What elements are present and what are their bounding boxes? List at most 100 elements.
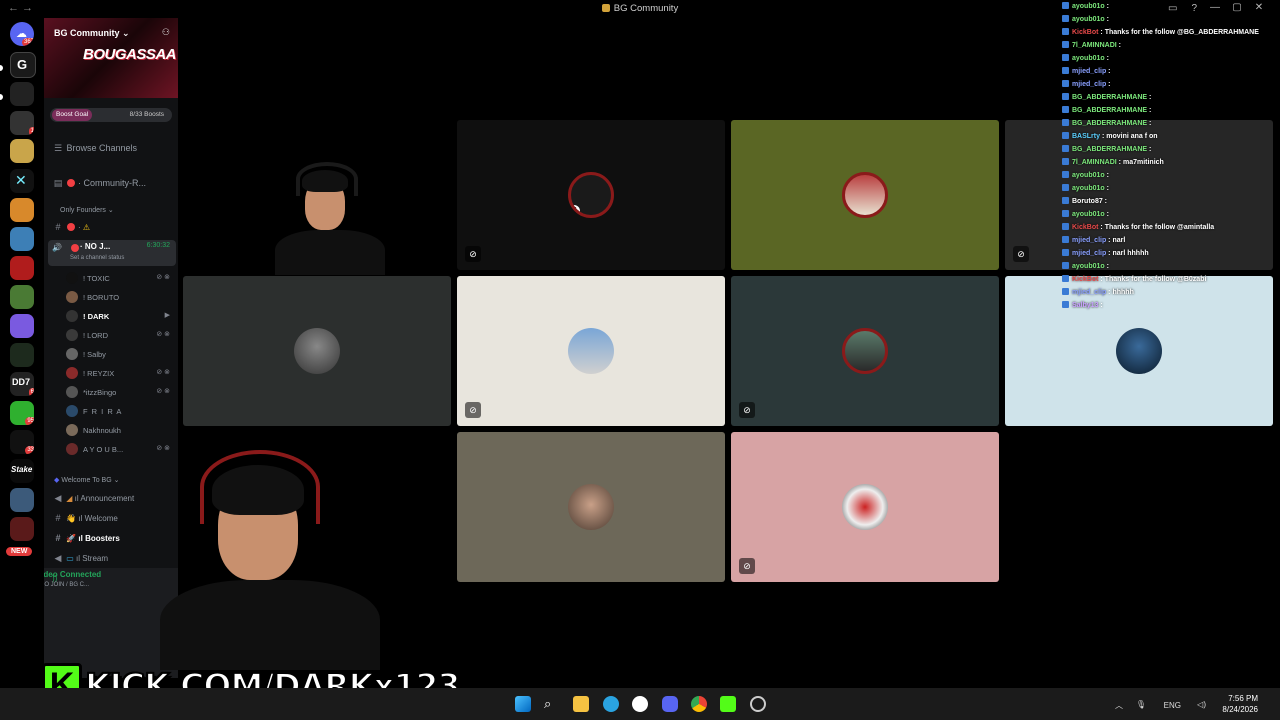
chat-message: ayoub01o :	[1062, 208, 1280, 221]
server-g-icon[interactable]: G	[10, 52, 36, 78]
volume-icon[interactable]: ◁)	[1197, 700, 1206, 709]
boost-goal-label: Boost Goal	[52, 109, 93, 121]
channel-status-hint[interactable]: Set a channel status	[70, 255, 124, 261]
chat-username: KickBot	[1072, 29, 1099, 36]
chat-username: ayoub01o	[1072, 185, 1105, 192]
server-icon-3[interactable]: 1	[10, 111, 34, 135]
start-icon[interactable]	[515, 696, 531, 712]
chat-message: 7l_AMINNADI :	[1062, 39, 1280, 52]
nitro-badge: V	[571, 205, 580, 215]
server-bg-icon[interactable]	[10, 139, 34, 163]
server-badge: 95	[25, 417, 34, 425]
clock-time: 7:56 PM	[1228, 694, 1258, 703]
server-stake-icon[interactable]: Stake	[10, 459, 34, 483]
chat-username: mjied_clip	[1072, 289, 1107, 296]
chat-username: Boruto87	[1072, 198, 1103, 205]
server-icon-8[interactable]	[10, 256, 34, 280]
chat-username: ayoub01o	[1072, 263, 1105, 270]
server-icon-16[interactable]	[10, 488, 34, 512]
platform-icon	[1062, 15, 1069, 22]
voice-member[interactable]: ! REYZIX	[66, 367, 114, 379]
participant-tile[interactable]: ⊘	[731, 276, 999, 426]
server-icon-5[interactable]: ✕	[10, 169, 34, 193]
platform-icon	[1062, 197, 1069, 204]
chat-message: ayoub01o :	[1062, 169, 1280, 182]
chrome-icon[interactable]	[691, 696, 707, 712]
participant-tile[interactable]	[183, 276, 451, 426]
participant-tile[interactable]	[457, 432, 725, 582]
participant-tile[interactable]: ⊘	[457, 276, 725, 426]
server-icon-13[interactable]: 95	[10, 401, 34, 425]
warning-icon: ⚠	[82, 223, 91, 232]
chat-text: movini ana f on	[1106, 133, 1158, 140]
participant-tile[interactable]: ⊘	[731, 432, 999, 582]
language-indicator[interactable]: ENG	[1164, 701, 1181, 710]
voice-member[interactable]: ! DARK	[66, 310, 109, 322]
new-badge[interactable]: NEW	[6, 547, 33, 556]
server-burger-icon[interactable]	[10, 198, 34, 222]
file-explorer-icon[interactable]	[573, 696, 589, 712]
voice-member[interactable]: ! Salby	[66, 348, 106, 360]
kick-app-icon[interactable]	[720, 696, 736, 712]
chat-message: mjied_clip : narl	[1062, 234, 1280, 247]
chat-username: mjied_clip	[1072, 81, 1107, 88]
participant-tile[interactable]	[731, 120, 999, 270]
voice-member[interactable]: *itzzBingo	[66, 386, 116, 398]
settings-icon[interactable]	[750, 696, 766, 712]
voice-member[interactable]: A Y O U B...	[66, 443, 123, 455]
chat-username: ayoub01o	[1072, 3, 1105, 10]
chat-message: ayoub01o :	[1062, 13, 1280, 26]
chat-username: KickBot	[1072, 276, 1099, 283]
platform-icon	[1062, 288, 1069, 295]
server-icon-7[interactable]	[10, 227, 34, 251]
boost-goal-bar[interactable]: Boost Goal 8/33 Boosts	[50, 108, 172, 122]
server-name[interactable]: BG Community ⌄	[54, 28, 130, 39]
server-icon-11[interactable]	[10, 343, 34, 367]
voice-location[interactable]: NO JOIN / BG C...	[44, 582, 89, 588]
participant-tile[interactable]: V ⊘	[457, 120, 725, 270]
channel-warning[interactable]: # · ⚠	[52, 222, 178, 232]
server-icon-2[interactable]	[10, 82, 34, 106]
search-icon[interactable]: ⌕	[544, 696, 560, 712]
chat-message: BASLrty : movini ana f on	[1062, 130, 1280, 143]
server-icon-10[interactable]	[10, 314, 34, 338]
category-icon: ◆	[54, 477, 60, 484]
deafened-icon: ⊘	[1013, 246, 1029, 262]
invite-icon[interactable]: ⚇	[162, 27, 170, 38]
boost-count: 8/33 Boosts	[129, 111, 164, 118]
chat-username: ayoub01o	[1072, 16, 1105, 23]
microphone-icon[interactable]: 🎙	[1136, 700, 1146, 709]
chat-message: KickBot : Thanks for the follow @BG_ABDE…	[1062, 26, 1280, 39]
server-icon-17[interactable]	[10, 517, 34, 541]
voice-member[interactable]: F R I R A	[66, 405, 122, 417]
avatar	[66, 424, 78, 436]
discord-icon[interactable]	[662, 696, 678, 712]
voice-member[interactable]: ! TOXIC	[66, 272, 110, 284]
voice-channel-active[interactable]: 🔊 · NO J... 6:30:32 Set a channel status	[48, 240, 176, 266]
tray-expand-icon[interactable]: ︿	[1115, 700, 1123, 711]
obs-icon[interactable]	[632, 696, 648, 712]
voice-channel-name: · NO J...	[80, 242, 111, 251]
avatar	[66, 386, 78, 398]
voice-member[interactable]: Nakhnoukh	[66, 424, 121, 436]
shirt	[275, 230, 385, 275]
category-only-founders[interactable]: Only Founders ⌄	[60, 206, 178, 214]
voice-member[interactable]: ! LORD	[66, 329, 108, 341]
telegram-icon[interactable]	[603, 696, 619, 712]
chat-username: mjied_clip	[1072, 68, 1107, 75]
chat-username: BG_ABDERRAHMANE	[1072, 120, 1148, 127]
server-icon-14[interactable]: 33	[10, 430, 34, 454]
server-icon-9[interactable]	[10, 285, 34, 309]
server-dd7-icon[interactable]: DD7 6	[10, 372, 34, 396]
streamer-webcam-large	[150, 440, 390, 670]
dm-badge: 367	[21, 38, 34, 46]
channel-community[interactable]: ▤ · Community-R...	[52, 178, 178, 189]
platform-icon	[1062, 2, 1069, 9]
rocket-emoji: 🚀	[66, 534, 77, 543]
voice-member[interactable]: ! BORUTO	[66, 291, 119, 303]
platform-icon	[1062, 132, 1069, 139]
browse-channels[interactable]: ☰ Browse Channels	[52, 143, 178, 154]
system-clock[interactable]: 7:56 PM 8/24/2026	[1222, 693, 1258, 715]
avatar	[66, 310, 78, 322]
direct-messages-icon[interactable]: ☁ 367	[10, 22, 34, 46]
